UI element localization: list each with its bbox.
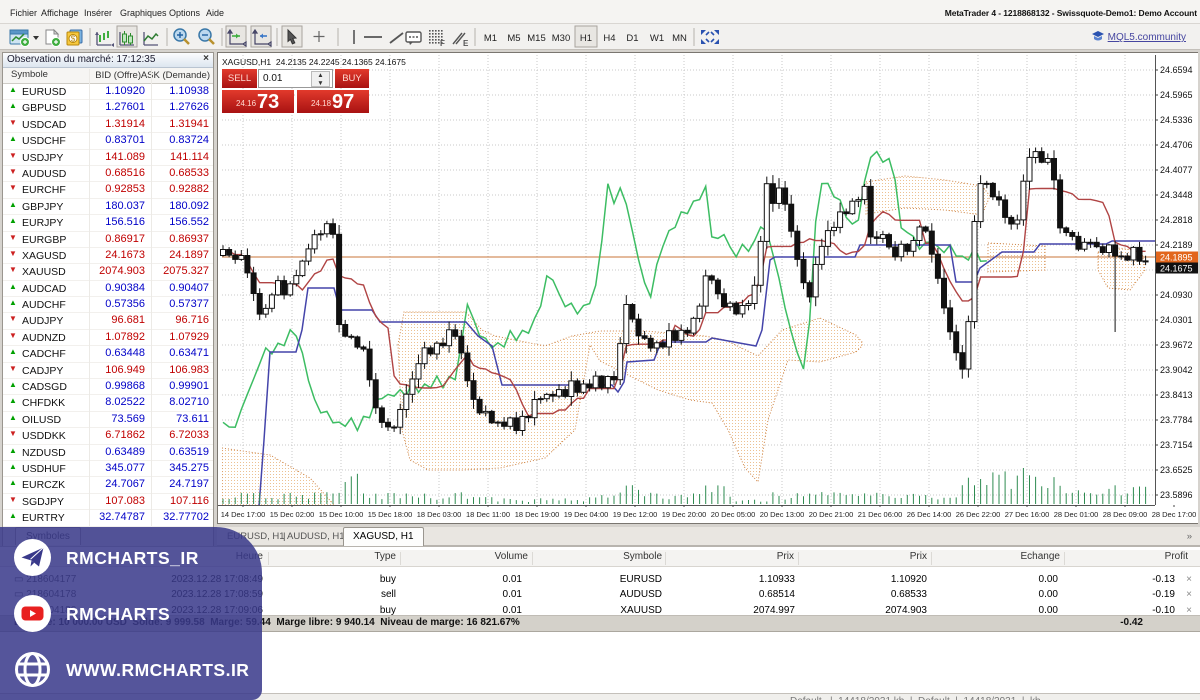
svg-text:24.4077: 24.4077 <box>1160 165 1193 175</box>
svg-text:24.2189: 24.2189 <box>1160 240 1193 250</box>
svg-text:24.6594: 24.6594 <box>1160 65 1193 75</box>
svg-text:24.3448: 24.3448 <box>1160 190 1193 200</box>
svg-text:MN: MN <box>672 33 687 44</box>
svg-text:23.6525: 23.6525 <box>1160 465 1193 475</box>
svg-text:24.1675: 24.1675 <box>1160 264 1193 274</box>
svg-text:21 Dec 06:00: 21 Dec 06:00 <box>858 510 903 519</box>
svg-text:23.5896: 23.5896 <box>1160 490 1193 500</box>
svg-text:19 Dec 04:00: 19 Dec 04:00 <box>564 510 609 519</box>
svg-text:24.2818: 24.2818 <box>1160 215 1193 225</box>
svg-text:19 Dec 20:00: 19 Dec 20:00 <box>662 510 707 519</box>
svg-text:20 Dec 21:00: 20 Dec 21:00 <box>809 510 854 519</box>
svg-text:24.1895: 24.1895 <box>1160 253 1193 263</box>
svg-text:F: F <box>440 39 445 48</box>
svg-text:28 Dec 01:00: 28 Dec 01:00 <box>1054 510 1099 519</box>
svg-text:20 Dec 13:00: 20 Dec 13:00 <box>760 510 805 519</box>
svg-text:15 Dec 18:00: 15 Dec 18:00 <box>368 510 413 519</box>
svg-text:24.0930: 24.0930 <box>1160 290 1193 300</box>
svg-text:15 Dec 02:00: 15 Dec 02:00 <box>270 510 315 519</box>
svg-text:D1: D1 <box>626 33 638 44</box>
svg-text:14 Dec 17:00: 14 Dec 17:00 <box>221 510 266 519</box>
svg-text:M15: M15 <box>527 33 545 44</box>
svg-text:$: $ <box>71 35 76 44</box>
svg-text:H1: H1 <box>580 33 592 44</box>
svg-text:23.9672: 23.9672 <box>1160 340 1193 350</box>
svg-text:M30: M30 <box>552 33 570 44</box>
svg-text:26 Dec 14:00: 26 Dec 14:00 <box>907 510 952 519</box>
svg-text:23.7784: 23.7784 <box>1160 415 1193 425</box>
svg-text:15 Dec 10:00: 15 Dec 10:00 <box>319 510 364 519</box>
svg-text:H4: H4 <box>603 33 615 44</box>
svg-text:M1: M1 <box>484 33 497 44</box>
svg-text:24.5336: 24.5336 <box>1160 115 1193 125</box>
svg-text:28 Dec 17:00: 28 Dec 17:00 <box>1152 510 1197 519</box>
svg-text:26 Dec 22:00: 26 Dec 22:00 <box>956 510 1001 519</box>
svg-text:23.9042: 23.9042 <box>1160 365 1193 375</box>
svg-text:27 Dec 16:00: 27 Dec 16:00 <box>1005 510 1050 519</box>
svg-text:18 Dec 11:00: 18 Dec 11:00 <box>466 510 510 519</box>
svg-text:23.7154: 23.7154 <box>1160 440 1193 450</box>
svg-text:20 Dec 05:00: 20 Dec 05:00 <box>711 510 756 519</box>
svg-text:W1: W1 <box>650 33 664 44</box>
svg-text:M5: M5 <box>507 33 520 44</box>
svg-text:E: E <box>463 39 469 48</box>
svg-text:XAGUSD,H1 24.2135 24.2245 24.: XAGUSD,H1 24.2135 24.2245 24.1365 24.167… <box>222 57 406 67</box>
svg-text:19 Dec 12:00: 19 Dec 12:00 <box>613 510 658 519</box>
svg-text:28 Dec 09:00: 28 Dec 09:00 <box>1103 510 1148 519</box>
svg-text:24.4706: 24.4706 <box>1160 140 1193 150</box>
svg-text:24.0301: 24.0301 <box>1160 315 1193 325</box>
svg-text:24.5965: 24.5965 <box>1160 90 1193 100</box>
svg-text:18 Dec 03:00: 18 Dec 03:00 <box>417 510 462 519</box>
svg-text:18 Dec 19:00: 18 Dec 19:00 <box>515 510 560 519</box>
svg-text:23.8413: 23.8413 <box>1160 390 1193 400</box>
